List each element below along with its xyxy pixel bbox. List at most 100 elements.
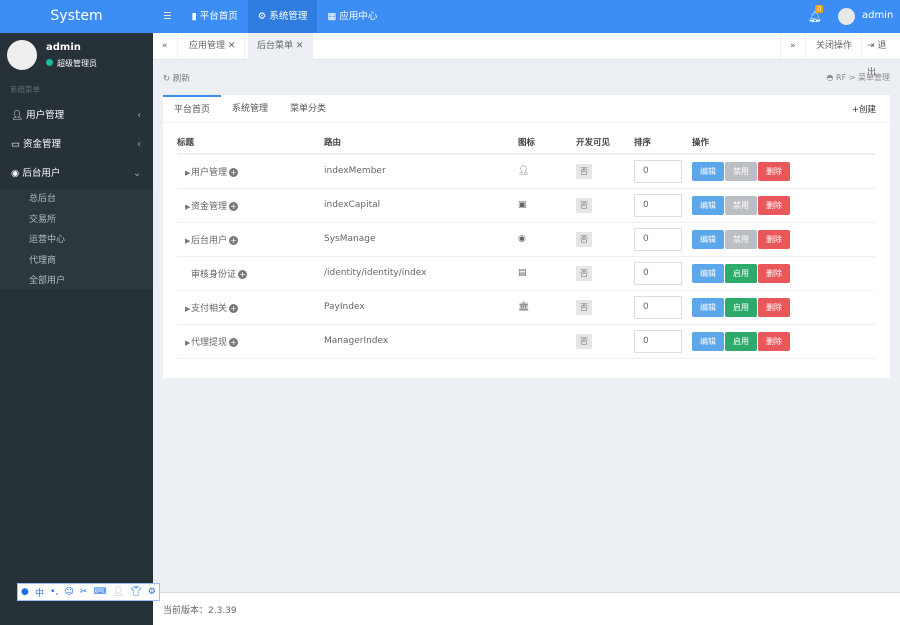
sidebar-subitem[interactable]: 全部用户	[0, 271, 153, 292]
id-card-icon: ▤	[518, 256, 576, 291]
row-title: 用户管理	[191, 167, 228, 178]
delete-button[interactable]: 删除	[758, 263, 790, 283]
expand-arrow-icon[interactable]: ▶	[177, 339, 191, 347]
sort-input[interactable]: 0	[634, 227, 682, 251]
table-row: ▶后台用户 + SysManage ◉ 否 0 编辑 禁用 删除	[177, 222, 875, 257]
nav-system[interactable]: ⚙ 系统管理	[247, 0, 318, 33]
edit-button[interactable]: 编辑	[692, 331, 724, 351]
sort-input[interactable]: 0	[634, 261, 682, 285]
no-icon	[518, 324, 576, 359]
dev-visible-badge[interactable]: 否	[576, 265, 592, 281]
delete-button[interactable]: 删除	[758, 297, 790, 317]
row-route: SysManage	[324, 222, 518, 257]
table-row: ▶资金管理 + indexCapital ▣ 否 0 编辑 禁用 删除	[177, 188, 875, 223]
dev-visible-badge[interactable]: 否	[576, 299, 592, 315]
sidebar-subitem[interactable]: 总后台	[0, 189, 153, 210]
sort-input[interactable]: 0	[634, 295, 682, 319]
tab-backend-menu[interactable]: 后台菜单 ✕	[248, 33, 314, 60]
sort-input[interactable]: 0	[634, 159, 682, 183]
user-role: 超级管理员	[46, 58, 97, 69]
tab-app-management[interactable]: 应用管理 ✕	[180, 33, 246, 60]
expand-arrow-icon[interactable]: ▶	[177, 169, 191, 177]
logout-button[interactable]: ⇥ 退出	[858, 33, 900, 78]
add-child-icon[interactable]: +	[229, 235, 239, 245]
user-icon[interactable]: 👤︎	[113, 587, 124, 597]
row-title: 审核身份证	[191, 269, 237, 280]
tabs-scroll-left[interactable]: «	[153, 33, 178, 60]
edit-button[interactable]: 编辑	[692, 263, 724, 283]
avatar[interactable]	[838, 8, 855, 25]
punctuation-icon[interactable]: •,	[50, 587, 58, 597]
emoji-icon[interactable]: ☺	[64, 587, 73, 597]
create-button[interactable]: +创建	[852, 103, 876, 115]
menu-table: 标题 路由 图标 开发可见 排序 操作 ▶用户管理 + indexMember 👤…	[177, 131, 875, 359]
bookmark-icon: ▮	[191, 11, 200, 22]
menu-panel: 平台首页 系统管理 菜单分类 +创建 标题 路由 图标 开发可见 排序 操作 ▶…	[163, 95, 890, 378]
row-route: ManagerIndex	[324, 324, 518, 359]
gear-icon[interactable]: ⚙	[148, 587, 156, 597]
sort-input[interactable]: 0	[634, 329, 682, 353]
logo[interactable]: System	[0, 0, 153, 33]
user-circle-icon: ◉	[11, 168, 23, 179]
nav-home[interactable]: ▮ 平台首页	[182, 0, 248, 33]
expand-arrow-icon[interactable]: ▶	[177, 203, 191, 211]
ime-language-toggle[interactable]: 中	[35, 586, 44, 599]
refresh-icon: ↻	[163, 74, 173, 84]
refresh-button[interactable]: ↻ 刷新	[163, 72, 190, 84]
close-icon[interactable]: ✕	[296, 41, 304, 51]
dev-visible-badge[interactable]: 否	[576, 333, 592, 349]
delete-button[interactable]: 删除	[758, 161, 790, 181]
delete-button[interactable]: 删除	[758, 195, 790, 215]
toggle-status-button[interactable]: 启用	[725, 297, 757, 317]
toggle-status-button[interactable]: 禁用	[725, 229, 757, 249]
add-child-icon[interactable]: +	[238, 269, 248, 279]
scissors-icon[interactable]: ✂	[80, 587, 88, 597]
toggle-status-button[interactable]: 禁用	[725, 161, 757, 181]
add-child-icon[interactable]: +	[229, 201, 239, 211]
sidebar-subitem[interactable]: 代理商	[0, 251, 153, 272]
edit-button[interactable]: 编辑	[692, 195, 724, 215]
sidebar-item-admins[interactable]: ◉ 后台用户 ⌄	[0, 159, 153, 188]
delete-button[interactable]: 删除	[758, 229, 790, 249]
panel-tab-category[interactable]: 菜单分类	[279, 95, 337, 122]
row-route: /identity/identity/index	[324, 256, 518, 291]
breadcrumb: ◓ RF > 菜单管理	[826, 73, 891, 82]
edit-button[interactable]: 编辑	[692, 229, 724, 249]
skin-icon[interactable]: 👕︎	[130, 587, 141, 597]
sidebar-subitem[interactable]: 运营中心	[0, 230, 153, 251]
add-child-icon[interactable]: +	[229, 337, 239, 347]
toggle-status-button[interactable]: 禁用	[725, 195, 757, 215]
toggle-status-button[interactable]: 启用	[725, 263, 757, 283]
add-child-icon[interactable]: +	[229, 167, 239, 177]
expand-arrow-icon[interactable]: ▶	[177, 237, 191, 245]
keyboard-icon[interactable]: ⌨	[94, 587, 107, 597]
dev-visible-badge[interactable]: 否	[576, 197, 592, 213]
panel-tab-system[interactable]: 系统管理	[221, 95, 279, 122]
expand-arrow-icon[interactable]: ▶	[177, 305, 191, 313]
sidebar-item-funds[interactable]: ▭ 资金管理 ‹	[0, 130, 153, 159]
nav-apps[interactable]: ▦ 应用中心	[317, 0, 387, 33]
user-menu[interactable]: admin	[862, 10, 893, 21]
money-icon: ▭	[11, 139, 23, 150]
add-child-icon[interactable]: +	[229, 303, 239, 313]
row-title: 支付相关	[191, 303, 228, 314]
tab-bar: « 应用管理 ✕ 后台菜单 ✕ » 关闭操作 ⇥ 退出	[153, 33, 900, 78]
ime-logo-icon[interactable]: ●	[21, 587, 29, 597]
online-status-icon	[46, 59, 53, 66]
close-icon[interactable]: ✕	[228, 41, 236, 51]
sort-input[interactable]: 0	[634, 193, 682, 217]
notification-badge: 0	[815, 5, 824, 13]
edit-button[interactable]: 编辑	[692, 161, 724, 181]
delete-button[interactable]: 删除	[758, 331, 790, 351]
tabs-scroll-right[interactable]: »	[780, 33, 806, 60]
sidebar-subitem[interactable]: 交易所	[0, 210, 153, 231]
menu-toggle-button[interactable]: ☰	[153, 0, 182, 33]
user-icon: 👤︎	[11, 110, 27, 121]
dev-visible-badge[interactable]: 否	[576, 231, 592, 247]
sidebar-item-users[interactable]: 👤︎ 用户管理 ‹	[0, 101, 153, 130]
close-operations-button[interactable]: 关闭操作	[807, 33, 863, 60]
dev-visible-badge[interactable]: 否	[576, 163, 592, 179]
edit-button[interactable]: 编辑	[692, 297, 724, 317]
panel-tab-home[interactable]: 平台首页	[163, 95, 222, 122]
toggle-status-button[interactable]: 启用	[725, 331, 757, 351]
